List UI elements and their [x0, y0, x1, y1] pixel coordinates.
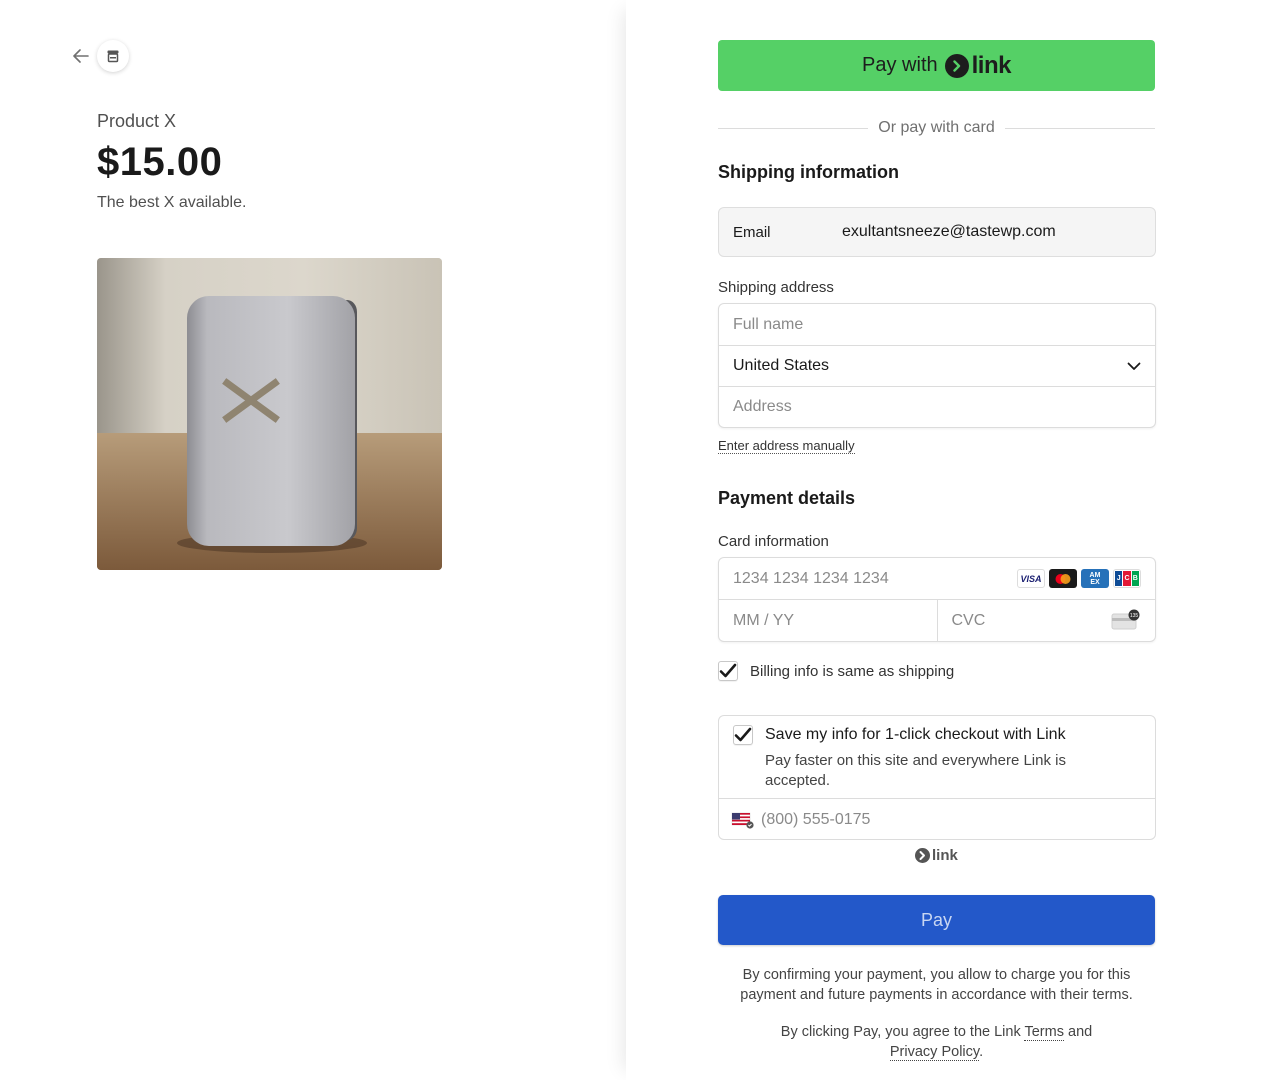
svg-text:135: 135 [1130, 613, 1139, 619]
visa-icon: VISA [1017, 569, 1045, 588]
full-name-input[interactable]: Full name [719, 304, 1155, 345]
card-information-group: 1234 1234 1234 1234 VISA AM EX J C B MM /… [718, 557, 1156, 642]
billing-same-label: Billing info is same as shipping [750, 662, 955, 680]
pay-with-link-label: Pay with [862, 54, 938, 76]
save-info-checkbox[interactable] [733, 725, 753, 745]
save-info-title: Save my info for 1-click checkout with L… [765, 726, 1066, 743]
product-image [97, 258, 442, 570]
country-select[interactable]: United States [719, 345, 1155, 386]
link-terms-text: By clicking Pay, you agree to the Link T… [718, 1022, 1155, 1062]
terms-suffix: . [979, 1044, 984, 1060]
payment-authorization-text: By confirming your payment, you allow to… [740, 967, 1133, 1003]
us-flag-icon [731, 812, 754, 829]
address-placeholder: Address [733, 398, 792, 415]
store-icon [107, 50, 119, 63]
phone-placeholder: (800) 555-0175 [761, 810, 871, 828]
or-divider: Or pay with card [718, 118, 1156, 138]
shipping-info-title: Shipping information [718, 162, 899, 182]
product-description: The best X available. [97, 194, 247, 211]
shipping-address-group: Full name United States Address [718, 303, 1156, 428]
link-logo-icon [915, 848, 930, 863]
checkmark-icon [734, 727, 752, 742]
shipping-address-label: Shipping address [718, 279, 834, 296]
terms-and: and [1068, 1024, 1093, 1040]
or-divider-text: Or pay with card [878, 119, 995, 136]
address-input[interactable]: Address [719, 386, 1155, 427]
link-footer-logo: link [915, 847, 958, 864]
card-brand-icons: VISA AM EX J C B [1017, 569, 1141, 588]
card-number-input[interactable]: 1234 1234 1234 1234 VISA AM EX J C B [719, 558, 1155, 599]
email-value: exultantsneeze@tastewp.com [842, 223, 1056, 240]
checkmark-icon [719, 663, 737, 678]
product-price: $15.00 [97, 140, 223, 184]
full-name-placeholder: Full name [733, 315, 804, 333]
pay-button-label: Pay [920, 909, 953, 930]
product-name: Product X [97, 111, 177, 131]
email-field[interactable]: Email exultantsneeze@tastewp.com [718, 207, 1156, 257]
email-label: Email [733, 223, 771, 241]
link-footer-text: link [932, 847, 958, 864]
back-button[interactable] [70, 45, 92, 67]
save-info-link-box: Save my info for 1-click checkout with L… [718, 715, 1156, 840]
arrow-left-icon [73, 49, 89, 63]
chevron-down-icon [1127, 362, 1141, 370]
billing-same-as-shipping: Billing info is same as shipping [718, 661, 954, 681]
pay-with-link-button[interactable]: Pay with link [718, 40, 1155, 91]
jcb-icon: J C B [1113, 569, 1141, 588]
link-brand-text: link [971, 51, 1012, 79]
terms-prefix: By clicking Pay, you agree to the Link [780, 1024, 1021, 1040]
mastercard-icon [1049, 569, 1077, 588]
card-information-label: Card information [718, 533, 829, 550]
cvc-placeholder: CVC [951, 611, 986, 629]
billing-same-checkbox[interactable] [718, 661, 738, 681]
amex-icon: AM EX [1081, 569, 1109, 588]
link-logo-icon [944, 53, 969, 78]
expiry-placeholder: MM / YY [733, 611, 795, 629]
cvc-card-icon: 135 [1111, 609, 1140, 630]
phone-input[interactable]: (800) 555-0175 [719, 799, 1155, 840]
country-value: United States [733, 357, 830, 374]
save-info-subtitle: Pay faster on this site and everywhere L… [765, 752, 1066, 789]
expiry-input[interactable]: MM / YY [719, 600, 937, 641]
terms-link[interactable]: Terms [1024, 1024, 1064, 1041]
enter-address-manually-link[interactable]: Enter address manually [718, 438, 855, 454]
card-number-placeholder: 1234 1234 1234 1234 [733, 569, 889, 587]
store-badge[interactable] [97, 40, 129, 72]
product-summary-pane: Product X $15.00 The best X available. [0, 0, 626, 1080]
pay-button[interactable]: Pay [718, 895, 1155, 945]
cvc-input[interactable]: CVC 135 [936, 600, 1156, 641]
privacy-policy-link[interactable]: Privacy Policy [889, 1044, 980, 1061]
payment-details-title: Payment details [718, 488, 856, 508]
